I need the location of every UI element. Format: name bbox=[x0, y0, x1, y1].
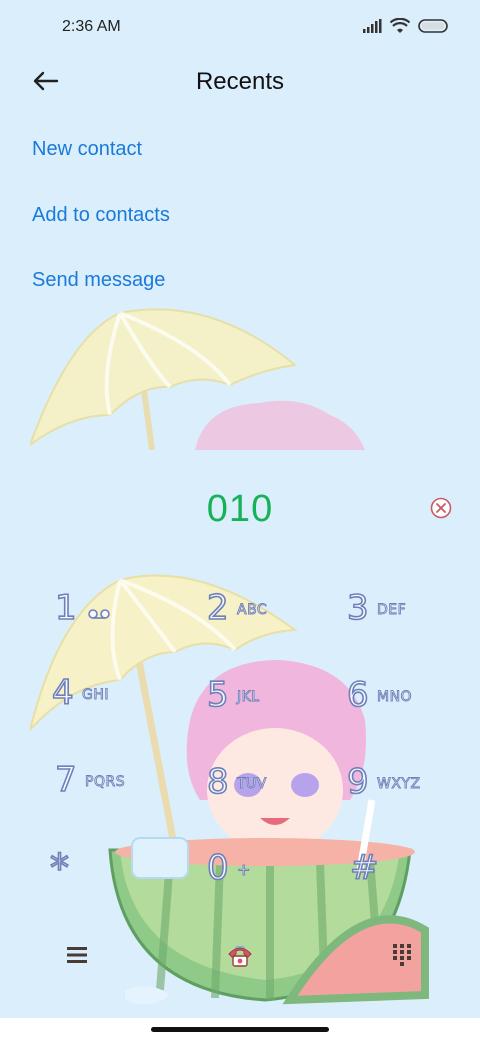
key-0[interactable]: 0 + bbox=[206, 847, 317, 908]
status-time: 2:36 AM bbox=[62, 18, 121, 35]
app-header: Recents bbox=[0, 56, 480, 112]
key-8[interactable]: 8 TUV bbox=[206, 761, 317, 822]
key-letters: DEF bbox=[377, 602, 407, 619]
new-contact-link[interactable]: New contact bbox=[32, 138, 142, 161]
wallpaper-umbrella-art bbox=[30, 308, 365, 450]
key-letters: PQRS bbox=[85, 774, 126, 791]
key-digit: 9 bbox=[346, 761, 369, 803]
key-hash[interactable]: # bbox=[349, 847, 460, 908]
key-digit: 3 bbox=[346, 587, 369, 629]
key-3[interactable]: 3 DEF bbox=[346, 587, 457, 648]
status-bar: 2:36 AM bbox=[0, 0, 480, 56]
key-letters: TUV bbox=[237, 776, 267, 793]
keypad-icon[interactable] bbox=[393, 944, 411, 966]
key-letters: GHI bbox=[82, 687, 110, 704]
key-digit: 7 bbox=[54, 759, 77, 801]
key-digit: 6 bbox=[346, 674, 369, 716]
key-digit: 8 bbox=[206, 761, 229, 803]
home-indicator[interactable] bbox=[151, 1027, 329, 1032]
status-icons bbox=[362, 18, 450, 34]
key-4[interactable]: 4 GHI bbox=[51, 672, 162, 733]
battery-icon bbox=[418, 19, 448, 33]
key-7[interactable]: 7 PQRS bbox=[54, 759, 165, 820]
call-icon[interactable] bbox=[226, 942, 254, 968]
voicemail-icon bbox=[88, 609, 110, 619]
key-digit: 5 bbox=[206, 674, 229, 716]
key-digit: 4 bbox=[51, 672, 74, 714]
key-star[interactable]: * bbox=[49, 845, 160, 906]
send-message-link[interactable]: Send message bbox=[32, 269, 165, 292]
key-digit: # bbox=[349, 847, 379, 889]
key-letters: WXYZ bbox=[377, 776, 421, 793]
key-digit: * bbox=[49, 845, 70, 891]
menu-icon[interactable] bbox=[67, 946, 87, 964]
key-digit: 1 bbox=[54, 587, 77, 629]
clear-icon[interactable] bbox=[430, 497, 452, 519]
key-digit: 2 bbox=[206, 587, 229, 629]
key-letters: + bbox=[237, 860, 251, 880]
wifi-icon bbox=[390, 18, 410, 33]
key-1[interactable]: 1 bbox=[54, 587, 165, 648]
key-6[interactable]: 6 MNO bbox=[346, 674, 457, 735]
dialed-number: 010 bbox=[206, 488, 274, 530]
key-letters: MNO bbox=[377, 689, 413, 706]
key-5[interactable]: 5 JKL bbox=[206, 674, 317, 735]
key-letters: JKL bbox=[237, 689, 260, 706]
add-to-contacts-link[interactable]: Add to contacts bbox=[32, 204, 170, 227]
key-digit: 0 bbox=[206, 847, 229, 889]
key-9[interactable]: 9 WXYZ bbox=[346, 761, 457, 822]
signal-icon bbox=[363, 19, 382, 33]
key-2[interactable]: 2 ABC bbox=[206, 587, 317, 648]
page-title: Recents bbox=[195, 68, 285, 95]
key-letters: ABC bbox=[237, 602, 268, 619]
